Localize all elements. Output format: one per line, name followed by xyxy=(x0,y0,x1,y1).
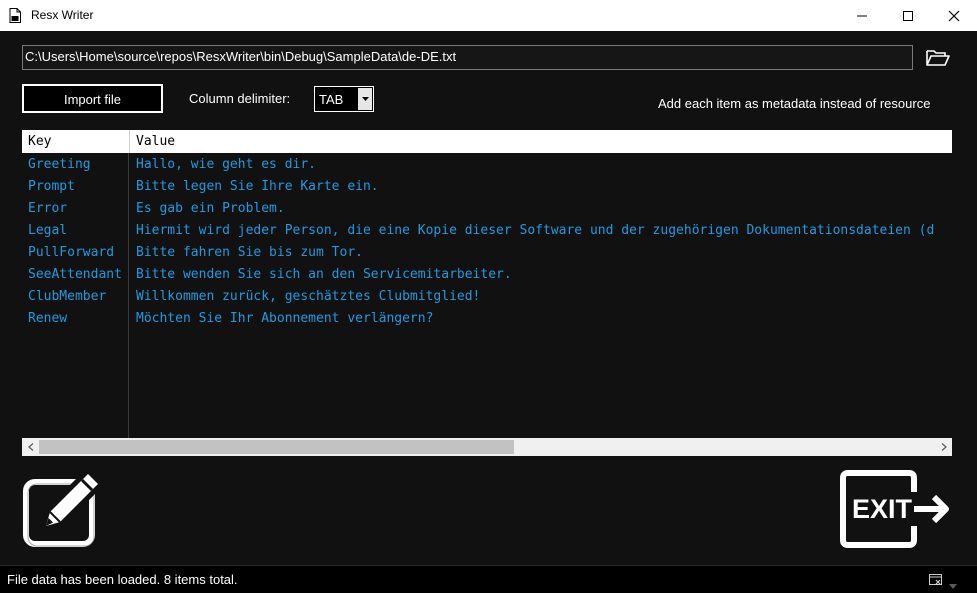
maximize-icon xyxy=(903,10,913,21)
column-header-value[interactable]: Value xyxy=(136,134,175,149)
edit-icon xyxy=(23,469,103,547)
exit-icon: EXIT xyxy=(840,470,949,548)
table-row[interactable]: Prompt Bitte legen Sie Ihre Karte ein. xyxy=(22,176,952,198)
value-cell[interactable]: Willkommen zurück, geschätztes Clubmitgl… xyxy=(136,289,480,304)
table-row[interactable]: Error Es gab ein Problem. xyxy=(22,198,952,220)
close-icon xyxy=(948,10,960,21)
window-title: Resx Writer xyxy=(31,8,94,22)
metadata-option-label[interactable]: Add each item as metadata instead of res… xyxy=(658,96,930,111)
column-delimiter-label: Column delimiter: xyxy=(189,91,291,106)
value-cell[interactable]: Hallo, wie geht es dir. xyxy=(136,157,316,172)
status-bar: File data has been loaded. 8 items total… xyxy=(0,565,977,593)
table-row[interactable]: SeeAttendant Bitte wenden Sie sich an de… xyxy=(22,264,952,286)
value-cell[interactable]: Möchten Sie Ihr Abonnement verlängern? xyxy=(136,311,433,326)
key-cell[interactable]: ClubMember xyxy=(28,289,106,304)
scroll-thumb[interactable] xyxy=(39,440,514,454)
maximize-button[interactable] xyxy=(885,0,931,31)
title-bar: Resx Writer xyxy=(0,0,977,31)
grid-rows: Greeting Hallo, wie geht es dir. Prompt … xyxy=(22,154,952,330)
column-delimiter-select[interactable]: TAB xyxy=(314,86,374,112)
exit-button[interactable]: EXIT xyxy=(838,470,953,548)
column-header-key[interactable]: Key xyxy=(28,134,51,149)
table-row[interactable]: Greeting Hallo, wie geht es dir. xyxy=(22,154,952,176)
value-cell[interactable]: Bitte wenden Sie sich an den Servicemita… xyxy=(136,267,512,282)
resource-grid[interactable]: Key Value Greeting Hallo, wie geht es di… xyxy=(22,130,952,456)
file-path-field[interactable]: C:\Users\Home\source\repos\ResxWriter\bi… xyxy=(22,45,913,70)
value-cell[interactable]: Bitte legen Sie Ihre Karte ein. xyxy=(136,179,379,194)
key-cell[interactable]: Greeting xyxy=(28,157,91,172)
scroll-right-icon[interactable] xyxy=(935,438,952,456)
status-message: File data has been loaded. 8 items total… xyxy=(7,572,238,587)
dropdown-arrow-icon[interactable] xyxy=(358,88,372,110)
column-header-divider[interactable] xyxy=(129,130,130,153)
close-button[interactable] xyxy=(931,0,977,31)
table-row[interactable]: ClubMember Willkommen zurück, geschätzte… xyxy=(22,286,952,308)
table-row[interactable]: Legal Hiermit wird jeder Person, die ein… xyxy=(22,220,952,242)
log-window-icon[interactable] xyxy=(928,572,944,588)
edit-button[interactable] xyxy=(22,469,103,550)
key-cell[interactable]: Error xyxy=(28,201,67,216)
dropdown-arrow-icon[interactable] xyxy=(948,578,958,589)
minimize-button[interactable] xyxy=(839,0,885,31)
key-cell[interactable]: Renew xyxy=(28,311,67,326)
app-document-icon xyxy=(9,8,21,23)
minimize-icon xyxy=(857,15,867,16)
import-file-button[interactable]: Import file xyxy=(22,84,163,113)
table-row[interactable]: Renew Möchten Sie Ihr Abonnement verläng… xyxy=(22,308,952,330)
key-cell[interactable]: Legal xyxy=(28,223,67,238)
scroll-left-icon[interactable] xyxy=(22,438,39,456)
key-cell[interactable]: Prompt xyxy=(28,179,75,194)
grid-header: Key Value xyxy=(22,130,952,153)
value-cell[interactable]: Hiermit wird jeder Person, die eine Kopi… xyxy=(136,223,934,238)
key-cell[interactable]: PullForward xyxy=(28,245,114,260)
open-folder-icon[interactable] xyxy=(925,48,951,68)
key-cell[interactable]: SeeAttendant xyxy=(28,267,122,282)
value-cell[interactable]: Bitte fahren Sie bis zum Tor. xyxy=(136,245,363,260)
horizontal-scrollbar[interactable] xyxy=(22,438,952,456)
table-row[interactable]: PullForward Bitte fahren Sie bis zum Tor… xyxy=(22,242,952,264)
value-cell[interactable]: Es gab ein Problem. xyxy=(136,201,285,216)
exit-text: EXIT xyxy=(852,494,913,524)
column-delimiter-value: TAB xyxy=(319,92,344,107)
